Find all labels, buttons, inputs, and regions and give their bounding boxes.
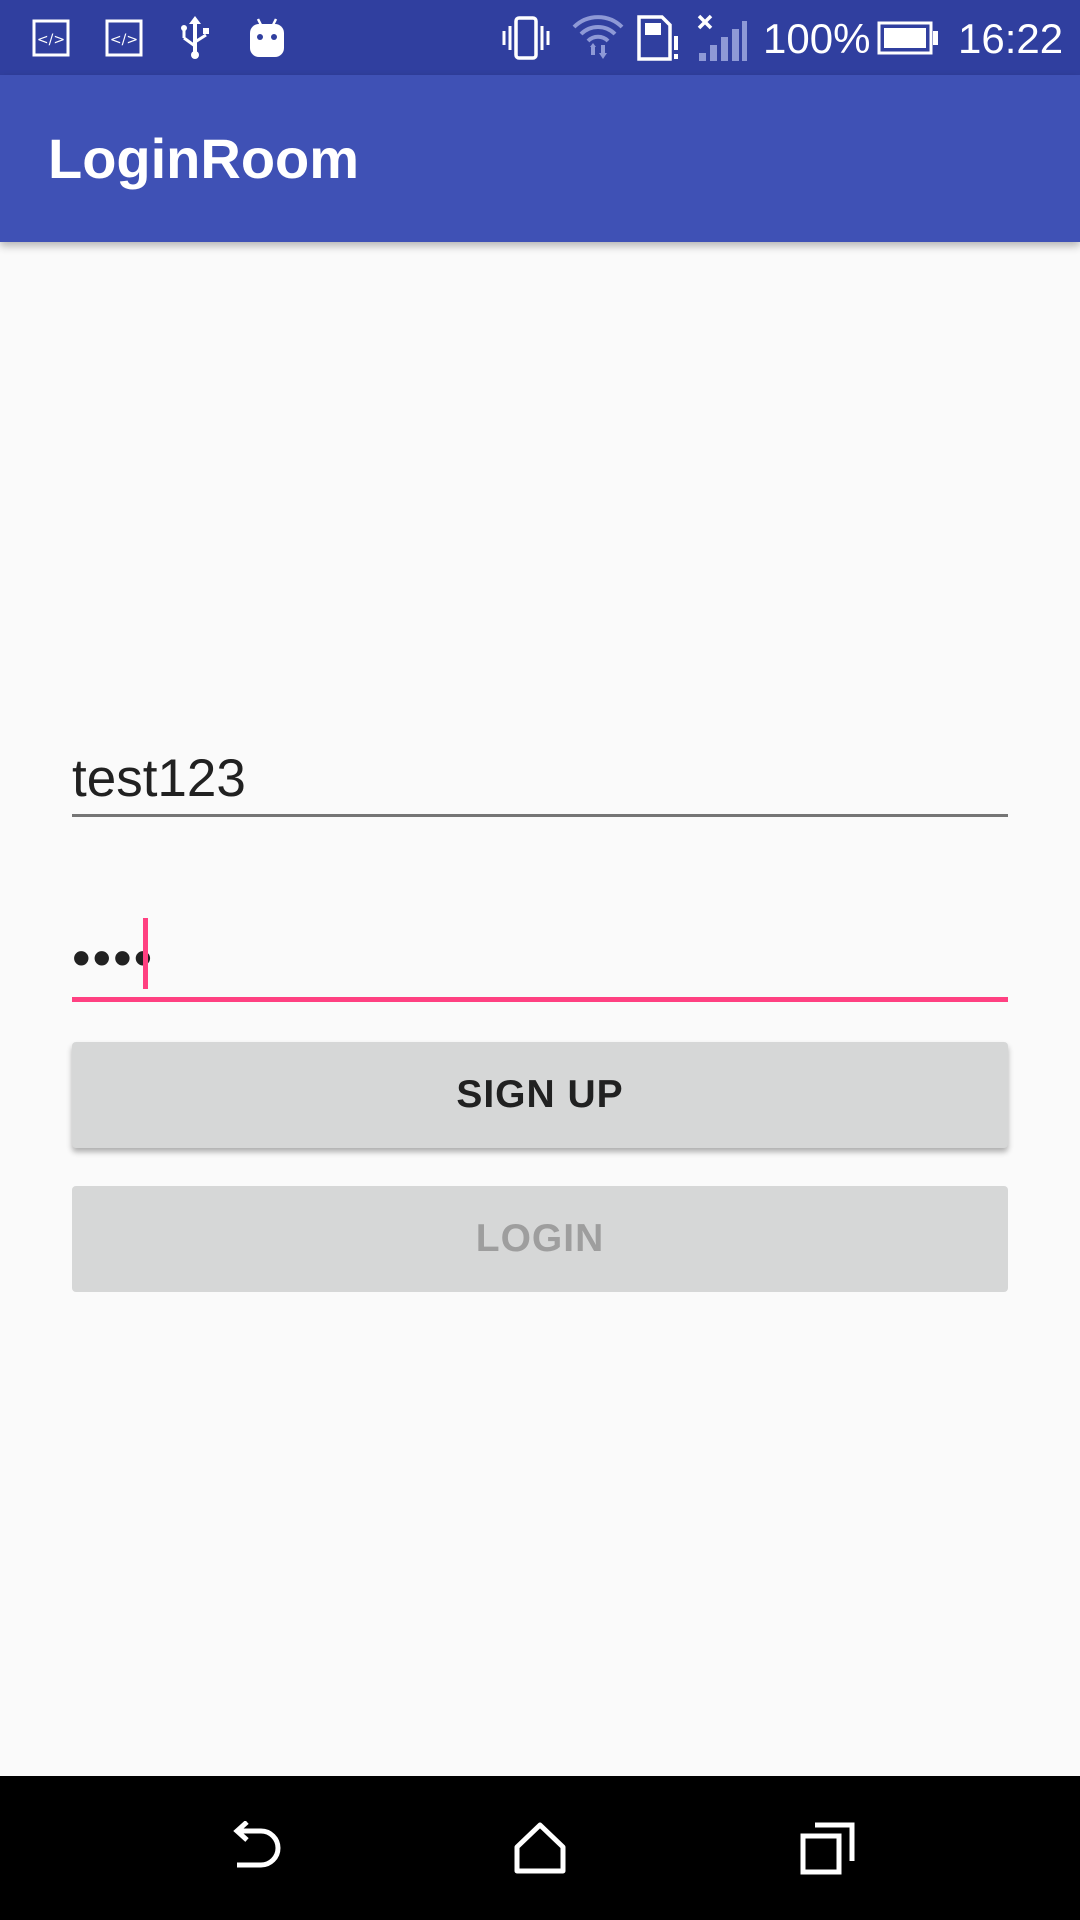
wifi-icon — [570, 12, 626, 64]
navigation-bar — [0, 1776, 1080, 1920]
back-icon[interactable] — [203, 1798, 303, 1898]
clock: 16:22 — [958, 15, 1064, 62]
code-icon: </> — [103, 12, 145, 64]
recents-icon[interactable] — [778, 1798, 878, 1898]
password-underline — [72, 997, 1008, 1002]
password-field[interactable]: •••• — [72, 900, 1008, 1002]
svg-text:</>: </> — [37, 32, 65, 48]
app-title: LoginRoom — [48, 127, 360, 190]
text-cursor — [143, 918, 148, 989]
code-icon: </> — [30, 12, 72, 64]
usb-icon — [174, 12, 216, 64]
cell-signal-icon — [696, 12, 748, 64]
android-icon — [246, 12, 288, 64]
battery-icon — [876, 12, 940, 64]
svg-text:</>: </> — [110, 32, 138, 48]
status-bar: </> </> 100% 16:22 — [0, 0, 1080, 75]
battery-percentage: 100% — [763, 15, 871, 62]
username-field[interactable]: test123 — [72, 728, 1008, 828]
password-input-text[interactable]: •••• — [72, 928, 154, 989]
login-button[interactable]: LOGIN — [72, 1186, 1008, 1292]
username-input-text[interactable]: test123 — [72, 748, 246, 809]
username-underline — [72, 814, 1008, 817]
home-icon[interactable] — [490, 1798, 590, 1898]
vibrate-icon — [500, 12, 552, 64]
app-bar: LoginRoom — [0, 75, 1080, 242]
signup-button[interactable]: SIGN UP — [72, 1042, 1008, 1148]
sim-card-icon — [636, 12, 682, 64]
